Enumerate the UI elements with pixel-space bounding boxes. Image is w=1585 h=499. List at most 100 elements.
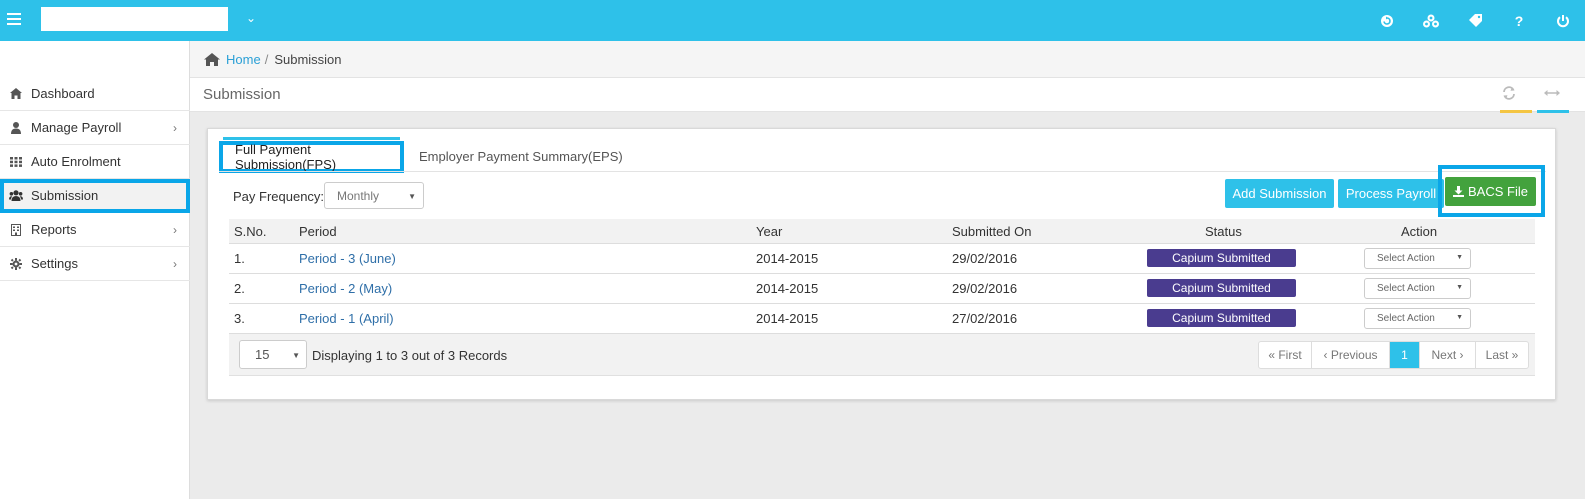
pager-next-button[interactable]: Next › xyxy=(1420,342,1476,368)
caret-down-icon: ▼ xyxy=(1456,284,1463,291)
sidebar-item-dashboard[interactable]: Dashboard xyxy=(0,77,190,111)
bacs-file-button[interactable]: BACS File xyxy=(1445,177,1536,206)
sidebar-item-settings[interactable]: Settings › xyxy=(0,247,190,281)
table-row: 1. Period - 3 (June) 2014-2015 29/02/201… xyxy=(229,244,1535,274)
bacs-file-highlight: BACS File xyxy=(1438,165,1545,217)
cell-year: 2014-2015 xyxy=(756,311,819,326)
home-icon xyxy=(9,88,23,99)
tab-label: Employer Payment Summary(EPS) xyxy=(419,148,623,164)
breadcrumb: Home / Submission xyxy=(190,41,1585,78)
period-link[interactable]: Period - 3 (June) xyxy=(299,251,396,266)
company-selector-input[interactable] xyxy=(41,7,228,31)
table-header: S.No. Period Year Submitted On Status Ac… xyxy=(229,219,1535,244)
pagination: « First ‹ Previous 1 Next › Last » xyxy=(1258,341,1529,369)
cell-submitted-on: 29/02/2016 xyxy=(952,251,1018,266)
expand-icon[interactable] xyxy=(1544,86,1560,101)
breadcrumb-home-link[interactable]: Home xyxy=(226,52,261,67)
sidebar-item-label: Reports xyxy=(31,222,77,237)
pay-frequency-label: Pay Frequency: xyxy=(233,189,325,204)
chevron-down-icon[interactable]: ⌄ xyxy=(246,11,256,25)
records-count: Displaying 1 to 3 out of 3 Records xyxy=(312,348,508,363)
cell-year: 2014-2015 xyxy=(756,281,819,296)
active-tab-indicator xyxy=(223,137,400,140)
page-title: Submission xyxy=(203,86,281,103)
refresh-icon[interactable] xyxy=(1502,86,1516,103)
group-icon[interactable] xyxy=(1409,0,1453,41)
pager-first-button[interactable]: « First xyxy=(1259,342,1312,368)
pager-page-1[interactable]: 1 xyxy=(1390,342,1420,368)
caret-down-icon: ▼ xyxy=(292,351,300,360)
header-action: Action xyxy=(1401,223,1438,239)
status-badge: Capium Submitted xyxy=(1147,279,1296,297)
cell-year: 2014-2015 xyxy=(756,251,819,266)
table-row: 3. Period - 1 (April) 2014-2015 27/02/20… xyxy=(229,304,1535,334)
pay-frequency-value: Monthly xyxy=(337,188,380,203)
caret-down-icon: ▼ xyxy=(1456,314,1463,321)
header-sno: S.No. xyxy=(234,223,267,239)
sidebar-item-submission[interactable]: Submission xyxy=(0,179,190,213)
action-select-value: Select Action xyxy=(1377,253,1435,264)
breadcrumb-current: Submission xyxy=(274,51,342,67)
pager-last-button[interactable]: Last » xyxy=(1476,342,1528,368)
refresh-circle-icon[interactable] xyxy=(1365,0,1409,41)
action-select[interactable]: Select Action ▼ xyxy=(1364,278,1471,299)
period-link[interactable]: Period - 2 (May) xyxy=(299,281,392,296)
process-payroll-button[interactable]: Process Payroll xyxy=(1338,179,1444,208)
table-footer: 15 ▼ Displaying 1 to 3 out of 3 Records … xyxy=(229,334,1535,376)
header-submitted-on: Submitted On xyxy=(952,223,1032,239)
page-title-bar: Submission xyxy=(190,78,1585,113)
gear-icon xyxy=(9,257,23,270)
page-size-value: 15 xyxy=(255,347,270,362)
action-select[interactable]: Select Action ▼ xyxy=(1364,248,1471,269)
cell-sno: 1. xyxy=(234,251,245,266)
hamburger-menu-icon[interactable] xyxy=(7,13,21,25)
cell-sno: 2. xyxy=(234,281,245,296)
help-icon[interactable]: ? xyxy=(1497,0,1541,41)
sidebar-item-manage-payroll[interactable]: Manage Payroll › xyxy=(0,111,190,145)
table-row: 2. Period - 2 (May) 2014-2015 29/02/2016… xyxy=(229,274,1535,304)
status-badge: Capium Submitted xyxy=(1147,249,1296,267)
caret-down-icon: ▼ xyxy=(1456,254,1463,261)
action-select[interactable]: Select Action ▼ xyxy=(1364,308,1471,329)
cell-submitted-on: 29/02/2016 xyxy=(952,281,1018,296)
header-year: Year xyxy=(756,223,783,239)
action-select-value: Select Action xyxy=(1377,283,1435,294)
tag-icon[interactable] xyxy=(1453,0,1497,41)
sidebar: Dashboard Manage Payroll › Auto Enrolmen… xyxy=(0,41,190,499)
expand-indicator xyxy=(1537,110,1569,113)
refresh-indicator xyxy=(1500,110,1532,113)
sidebar-item-reports[interactable]: Reports › xyxy=(0,213,190,247)
page-size-select[interactable]: 15 ▼ xyxy=(239,340,307,369)
sidebar-item-label: Submission xyxy=(31,188,99,203)
chevron-right-icon: › xyxy=(173,257,177,271)
add-submission-button[interactable]: Add Submission xyxy=(1225,179,1334,208)
pager-previous-button[interactable]: ‹ Previous xyxy=(1312,342,1390,368)
submissions-table: S.No. Period Year Submitted On Status Ac… xyxy=(229,219,1535,376)
tab-full-payment-submission[interactable]: Full Payment Submission(FPS) xyxy=(219,141,404,173)
sidebar-item-label: Settings xyxy=(31,256,78,271)
tab-label: Full Payment Submission(FPS) xyxy=(235,142,337,172)
chevron-right-icon: › xyxy=(173,223,177,237)
tab-divider xyxy=(219,171,1546,172)
action-select-value: Select Action xyxy=(1377,313,1435,324)
submission-panel: Full Payment Submission(FPS) Employer Pa… xyxy=(207,128,1556,400)
tab-employer-payment-summary[interactable]: Employer Payment Summary(EPS) xyxy=(419,141,623,171)
user-icon xyxy=(9,121,23,134)
pay-frequency-select[interactable]: Monthly ▼ xyxy=(324,182,424,209)
header-period: Period xyxy=(299,223,337,239)
cell-submitted-on: 27/02/2016 xyxy=(952,311,1018,326)
download-icon xyxy=(1453,186,1465,197)
sidebar-item-label: Auto Enrolment xyxy=(31,154,121,169)
top-bar: ⌄ ? xyxy=(0,0,1585,41)
sidebar-item-label: Manage Payroll xyxy=(31,120,122,135)
grid-icon xyxy=(9,156,23,167)
header-status: Status xyxy=(1205,223,1242,239)
home-icon[interactable] xyxy=(204,52,220,66)
caret-down-icon: ▼ xyxy=(408,192,416,201)
sidebar-item-label: Dashboard xyxy=(31,86,95,101)
chevron-right-icon: › xyxy=(173,121,177,135)
sidebar-item-auto-enrolment[interactable]: Auto Enrolment xyxy=(0,145,190,179)
status-badge: Capium Submitted xyxy=(1147,309,1296,327)
period-link[interactable]: Period - 1 (April) xyxy=(299,311,394,326)
power-icon[interactable] xyxy=(1541,0,1585,41)
